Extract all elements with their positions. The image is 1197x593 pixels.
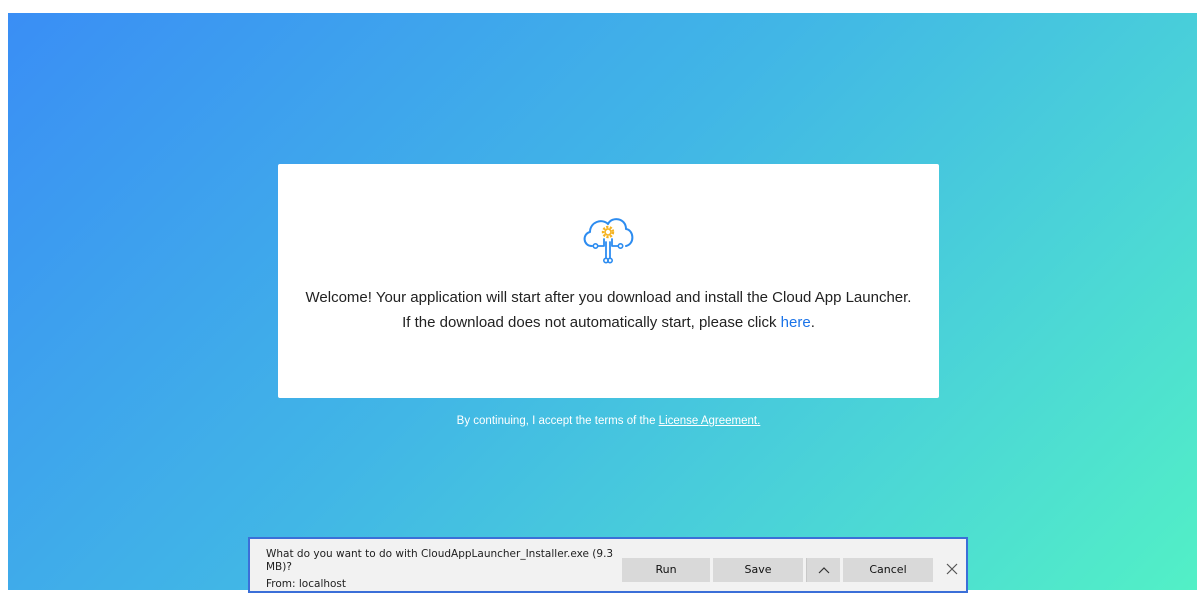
download-instruction: If the download does not automatically s… [278, 314, 939, 331]
cloud-circuit-gear-icon [583, 218, 634, 264]
chevron-up-icon [818, 567, 829, 574]
welcome-card: Welcome! Your application will start aft… [278, 164, 939, 398]
download-source: From: localhost [266, 578, 347, 590]
download-instruction-text: If the download does not automatically s… [402, 314, 781, 331]
terms-text: By continuing, I accept the terms of the [456, 415, 659, 427]
save-options-button[interactable] [806, 558, 840, 582]
save-button[interactable]: Save [713, 558, 803, 582]
terms-notice: By continuing, I accept the terms of the… [278, 415, 939, 427]
cancel-button[interactable]: Cancel [843, 558, 933, 582]
download-here-link[interactable]: here [781, 314, 811, 331]
license-agreement-link[interactable]: License Agreement. [659, 415, 761, 427]
download-question: What do you want to do with CloudAppLaun… [266, 548, 614, 573]
close-icon[interactable] [942, 559, 962, 579]
download-instruction-period: . [810, 314, 815, 331]
download-notification-bar: What do you want to do with CloudAppLaun… [248, 537, 968, 593]
welcome-message: Welcome! Your application will start aft… [305, 289, 912, 306]
run-button[interactable]: Run [622, 558, 710, 582]
